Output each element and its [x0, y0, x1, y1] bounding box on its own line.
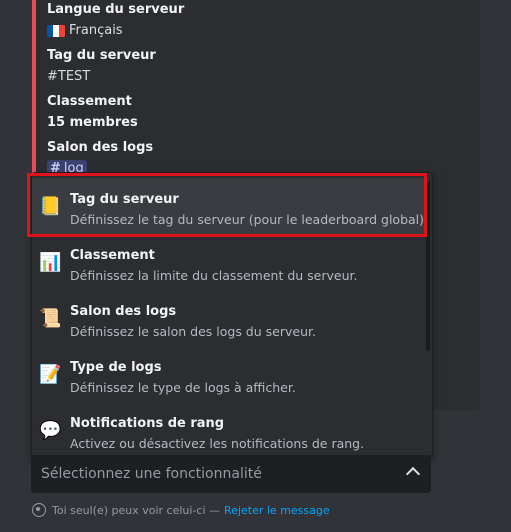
- visibility-text: Toi seul(e) peux voir celui-ci —: [52, 503, 221, 517]
- option-log-type[interactable]: 📝 Type de logs Définissez le type de log…: [32, 346, 426, 402]
- field-name: Langue du serveur: [47, 2, 185, 17]
- scroll-icon: 📜: [39, 308, 62, 329]
- option-title: Salon des logs: [70, 304, 177, 319]
- option-title: Notifications de rang: [70, 416, 225, 431]
- notebook-icon: 📒: [39, 196, 62, 217]
- option-description: Définissez le type de logs à afficher.: [70, 380, 296, 395]
- field-value: 15 membres: [47, 115, 138, 130]
- option-log-channel[interactable]: 📜 Salon des logs Définissez le salon des…: [32, 290, 426, 346]
- option-description: Définissez le tag du serveur (pour le le…: [70, 212, 428, 227]
- field-name: Classement: [47, 94, 132, 109]
- field-server-tag: Tag du serveur #TEST: [47, 48, 156, 86]
- speech-bubble-icon: 💬: [39, 420, 62, 441]
- select-placeholder: Sélectionnez une fonctionnalité: [41, 466, 262, 482]
- dismiss-message-link[interactable]: Rejeter le message: [224, 504, 330, 517]
- bar-chart-icon: 📊: [39, 252, 62, 273]
- ephemeral-footer: Toi seul(e) peux voir celui-ci — Rejeter…: [32, 503, 330, 517]
- option-description: Définissez le salon des logs du serveur.: [70, 324, 316, 339]
- france-flag-icon: [47, 25, 65, 37]
- field-server-language: Langue du serveur Français: [47, 2, 184, 40]
- memo-icon: 📝: [39, 364, 62, 385]
- field-name: Tag du serveur: [47, 48, 156, 63]
- dropdown-scrollbar[interactable]: [426, 181, 430, 351]
- option-leaderboard[interactable]: 📊 Classement Définissez la limite du cla…: [32, 234, 426, 290]
- option-server-tag[interactable]: 📒 Tag du serveur Définissez le tag du se…: [32, 178, 428, 234]
- option-title: Classement: [70, 248, 155, 263]
- eye-icon: [32, 503, 46, 517]
- field-value: Français: [69, 23, 123, 38]
- option-title: Tag du serveur: [70, 192, 179, 207]
- option-description: Activez ou désactivez les notifications …: [70, 436, 365, 451]
- feature-dropdown-menu: 📒 Tag du serveur Définissez le tag du se…: [31, 172, 433, 457]
- field-leaderboard: Classement 15 membres: [47, 94, 138, 132]
- option-rank-notifications[interactable]: 💬 Notifications de rang Activez ou désac…: [32, 402, 426, 456]
- field-name: Salon des logs: [47, 140, 154, 155]
- option-title: Type de logs: [70, 360, 162, 375]
- field-value: #TEST: [47, 69, 91, 84]
- chevron-up-icon: [405, 466, 421, 482]
- feature-select[interactable]: Sélectionnez une fonctionnalité: [31, 455, 431, 493]
- option-description: Définissez la limite du classement du se…: [70, 268, 358, 283]
